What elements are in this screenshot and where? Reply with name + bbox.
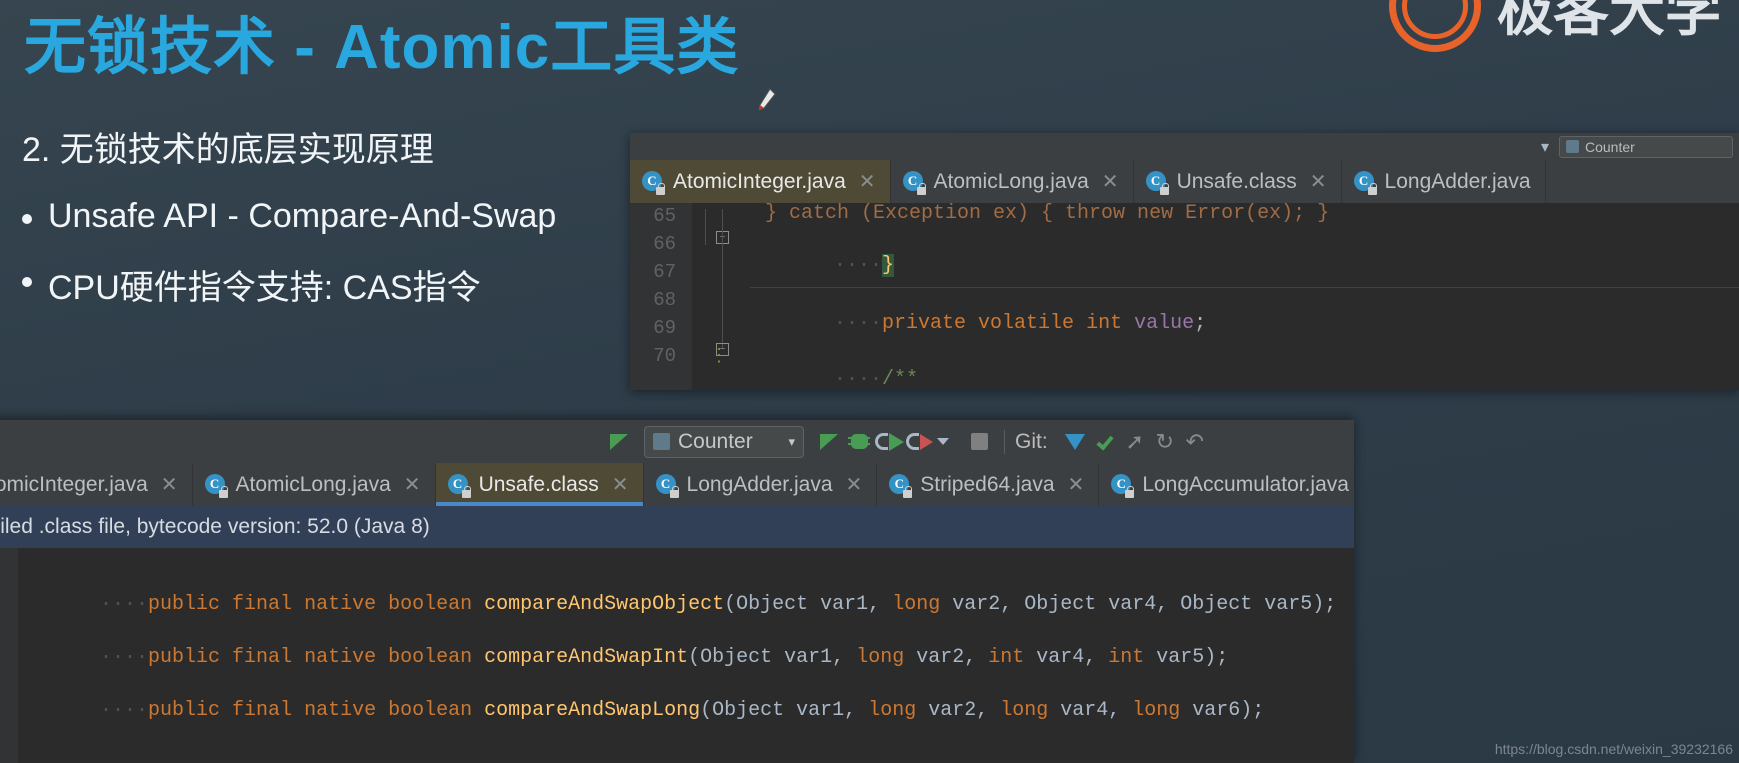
close-icon[interactable]: ✕ <box>1068 475 1085 495</box>
chevron-down-icon[interactable] <box>934 430 964 454</box>
line-number: 65 <box>653 205 676 227</box>
editor-tab-longadder[interactable]: C LongAdder.java ✕ <box>643 463 878 506</box>
annotation-mark: ⋮ <box>710 347 728 367</box>
editor-tab-atomiclong[interactable]: C AtomicLong.java ✕ <box>192 463 436 506</box>
page-title: 无锁技术 - Atomic工具类 <box>24 13 740 82</box>
brand-name: 极客大学 <box>1497 0 1721 42</box>
commit-icon[interactable] <box>1090 430 1120 454</box>
bullet-text: CPU硬件指令支持: CAS指令 <box>48 269 481 307</box>
line-number: 69 <box>653 317 676 339</box>
ide-toolbar: Counter ▾ Git: ➚ ↻ ↶ <box>0 420 1354 463</box>
line-number: 68 <box>653 289 676 311</box>
close-icon[interactable]: ✕ <box>161 475 178 495</box>
tab-label: LongAdder.java <box>686 472 833 496</box>
brand-logo: 极客大学 <box>1387 0 1721 54</box>
notification-text: Decompiled .class file, bytecode version… <box>0 515 430 538</box>
java-class-file-icon: C <box>642 170 665 195</box>
bullet-dot-icon <box>22 214 32 224</box>
tab-label: Striped64.java <box>920 472 1055 496</box>
debug-icon[interactable] <box>844 430 874 454</box>
watermark: https://blog.csdn.net/weixin_39232166 <box>1494 741 1733 757</box>
code-line: ····public final native boolean compareA… <box>100 699 1265 722</box>
bullet-dot-icon <box>22 277 32 287</box>
java-class-file-icon: C <box>1111 473 1135 498</box>
editor-tab-atomicinteger[interactable]: C AtomicInteger.java ✕ <box>630 160 891 203</box>
code-line: ····/** <box>834 368 919 390</box>
run-config-icon <box>653 433 670 450</box>
editor-tab-striped64[interactable]: C Striped64.java ✕ <box>877 463 1100 506</box>
editor-tab-longadder[interactable]: C LongAdder.java <box>1341 160 1546 203</box>
stop-icon[interactable] <box>964 430 994 454</box>
run-configuration-selector[interactable]: Counter <box>1559 135 1733 158</box>
profile-icon[interactable] <box>904 430 934 454</box>
toolbar-divider <box>1004 429 1005 454</box>
editor-tabbar-bottom: C AtomicInteger.java ✕ C AtomicLong.java… <box>0 463 1354 506</box>
editor-tab-longaccumulator[interactable]: C LongAccumulator.java <box>1099 463 1354 506</box>
run-config-label: Counter <box>678 429 753 453</box>
editor-tab-atomiclong[interactable]: C AtomicLong.java ✕ <box>890 160 1134 203</box>
tab-label: Unsafe.class <box>1176 169 1297 193</box>
line-number: 67 <box>653 261 676 283</box>
decompiled-notification-bar: Decompiled .class file, bytecode version… <box>0 506 1354 548</box>
tab-label: AtomicInteger.java <box>673 169 846 193</box>
java-class-file-icon: C <box>447 473 471 498</box>
java-class-file-icon: C <box>204 473 228 498</box>
run-icon[interactable] <box>814 430 844 454</box>
tab-label: AtomicLong.java <box>933 169 1089 193</box>
code-line: } catch (Exception ex) { throw new Error… <box>765 202 1330 225</box>
close-icon[interactable]: ✕ <box>1310 172 1327 192</box>
bullet-text: Unsafe API - Compare-And-Swap <box>48 197 557 235</box>
chevron-down-icon[interactable]: ▾ <box>788 434 795 450</box>
editor-code-area-bottom[interactable]: ····public final native boolean compareA… <box>0 548 1354 763</box>
fold-guide <box>705 209 706 245</box>
geek-university-logo-icon <box>1387 0 1483 54</box>
run-configuration-selector[interactable]: Counter ▾ <box>644 425 804 458</box>
chevron-down-icon[interactable]: ▾ <box>1541 137 1549 157</box>
editor-tab-atomicinteger[interactable]: C AtomicInteger.java ✕ <box>0 463 193 506</box>
editor-tabbar-top: C AtomicInteger.java ✕ C AtomicLong.java… <box>630 160 1739 203</box>
ide-top-strip: ▾ Counter <box>630 133 1739 160</box>
editor-tab-unsafe[interactable]: C Unsafe.class ✕ <box>435 463 644 506</box>
run-with-coverage-icon[interactable] <box>874 430 904 454</box>
rollback-icon[interactable]: ↶ <box>1180 429 1210 454</box>
pencil-icon <box>758 88 776 111</box>
ide-window-bottom: Counter ▾ Git: ➚ ↻ ↶ C AtomicInteger.jav… <box>0 420 1354 763</box>
update-project-icon[interactable] <box>1060 430 1090 454</box>
tab-label: LongAccumulator.java <box>1142 472 1349 496</box>
presentation-slide: 无锁技术 - Atomic工具类 极客大学 2. 无锁技术的底层实现原理 Uns… <box>0 0 1739 763</box>
push-icon[interactable]: ➚ <box>1120 429 1150 454</box>
line-number: 66 <box>653 233 676 255</box>
ide-window-top: ▾ Counter C AtomicInteger.java ✕ C Atomi… <box>630 133 1739 390</box>
tab-label: AtomicLong.java <box>235 472 391 496</box>
close-icon[interactable]: ✕ <box>859 172 876 192</box>
java-class-file-icon: C <box>1145 170 1169 195</box>
indent-guide <box>722 209 723 349</box>
tab-label: LongAdder.java <box>1384 169 1531 193</box>
tab-label: AtomicInteger.java <box>0 472 148 496</box>
java-class-file-icon: C <box>655 473 679 498</box>
java-class-file-icon: C <box>902 170 926 195</box>
java-class-file-icon: C <box>889 473 913 498</box>
tab-label: Unsafe.class <box>478 472 599 496</box>
git-label: Git: <box>1015 429 1048 453</box>
method-separator <box>750 287 1739 288</box>
close-icon[interactable]: ✕ <box>846 475 863 495</box>
build-icon[interactable] <box>604 430 634 454</box>
editor-code-area-top[interactable]: 65 66 67 68 69 70 − − ⋮ } catch (Excepti… <box>630 202 1739 390</box>
editor-tab-unsafe[interactable]: C Unsafe.class ✕ <box>1133 160 1342 203</box>
run-config-icon <box>1566 140 1579 153</box>
run-config-label: Counter <box>1585 138 1635 155</box>
close-icon[interactable]: ✕ <box>1102 172 1119 192</box>
close-icon[interactable]: ✕ <box>612 475 629 495</box>
java-class-file-icon: C <box>1353 170 1377 195</box>
history-icon[interactable]: ↻ <box>1150 429 1180 454</box>
line-number: 70 <box>653 345 676 367</box>
close-icon[interactable]: ✕ <box>404 475 421 495</box>
